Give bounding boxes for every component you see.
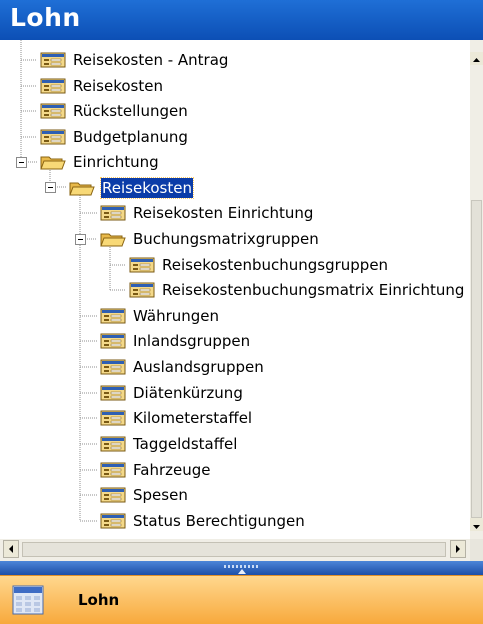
tree-item-label: Fahrzeuge — [133, 461, 211, 479]
vertical-scrollbar[interactable] — [470, 40, 483, 540]
tree-item-reisekostenbuchungsmatrix-einrichtung[interactable]: Reisekostenbuchungsmatrix Einrichtung — [129, 278, 465, 302]
tree-item-buchungsmatrixgruppen[interactable]: Buchungsmatrixgruppen — [100, 227, 320, 251]
pane-title-bar: Lohn — [0, 0, 483, 41]
form-icon — [100, 359, 126, 375]
form-icon — [100, 436, 126, 452]
scroll-down-button[interactable] — [470, 518, 483, 531]
form-icon — [40, 78, 66, 94]
module-nav-button[interactable]: Lohn — [0, 575, 483, 624]
arrow-up-icon — [473, 58, 480, 62]
form-icon — [129, 257, 155, 273]
tree-item-label: Auslandsgruppen — [133, 358, 264, 376]
form-icon — [100, 308, 126, 324]
tree-item-label: Reisekostenbuchungsgruppen — [162, 256, 389, 274]
form-icon — [40, 129, 66, 145]
tree-item-fahrzeuge[interactable]: Fahrzeuge — [100, 458, 211, 482]
folder-open-icon — [40, 156, 66, 170]
tree-item-einrichtung[interactable]: Einrichtung — [40, 150, 160, 174]
pane-title: Lohn — [10, 3, 81, 32]
tree-item-label: Einrichtung — [73, 153, 159, 171]
expand-up-icon[interactable] — [238, 569, 246, 574]
folder-open-icon — [100, 233, 126, 247]
tree-item-kilometerstaffel[interactable]: Kilometerstaffel — [100, 406, 253, 430]
tree-item-label: Kilometerstaffel — [133, 409, 253, 427]
tree-item-label: Taggeldstaffel — [133, 435, 238, 453]
tree-item-label: Währungen — [133, 307, 220, 325]
vertical-scroll-thumb[interactable] — [471, 200, 482, 518]
tree-item-diaetenkuerzung[interactable]: Diätenkürzung — [100, 381, 244, 405]
form-icon — [129, 282, 155, 298]
tree-item-label: Reisekosten Einrichtung — [133, 204, 314, 222]
pane-splitter[interactable] — [0, 561, 483, 575]
splitter-grip[interactable] — [224, 565, 260, 568]
tree-item-reisekosten-einrichtung[interactable]: Reisekosten Einrichtung — [100, 201, 314, 225]
form-icon — [100, 487, 126, 503]
tree-item-spesen[interactable]: Spesen — [100, 483, 189, 507]
lohn-module-icon — [12, 585, 44, 615]
form-icon — [100, 385, 126, 401]
tree-item-status-berechtigungen[interactable]: Status Berechtigungen — [100, 509, 306, 530]
module-nav-label: Lohn — [78, 591, 120, 609]
tree-item-label: Rückstellungen — [73, 102, 188, 120]
form-icon — [100, 333, 126, 349]
tree-item-label: Buchungsmatrixgruppen — [133, 230, 319, 248]
navigation-tree[interactable]: Reisekosten - Antrag Reisekosten Rückste… — [0, 40, 470, 530]
tree-item-auslandsgruppen[interactable]: Auslandsgruppen — [100, 355, 265, 379]
tree-item-reisekosten-folder[interactable]: Reisekosten — [69, 176, 194, 200]
horizontal-scrollbar[interactable] — [0, 539, 470, 561]
arrow-down-icon — [473, 525, 480, 529]
scroll-right-button[interactable] — [450, 540, 466, 558]
form-icon — [40, 52, 66, 68]
tree-item-label: Status Berechtigungen — [133, 512, 305, 530]
collapse-toggle-reisekosten[interactable] — [45, 182, 56, 193]
form-icon — [100, 513, 126, 529]
tree-item-reisekosten[interactable]: Reisekosten — [40, 74, 164, 98]
form-icon — [40, 103, 66, 119]
tree-item-budgetplanung[interactable]: Budgetplanung — [40, 125, 189, 149]
horizontal-scroll-thumb[interactable] — [22, 542, 446, 557]
scroll-left-button[interactable] — [3, 540, 19, 558]
collapse-toggle-einrichtung[interactable] — [16, 157, 27, 168]
tree-item-label: Reisekostenbuchungsmatrix Einrichtung — [162, 281, 465, 299]
form-icon — [100, 410, 126, 426]
tree-item-label: Inlandsgruppen — [133, 332, 251, 350]
form-icon — [100, 462, 126, 478]
tree-item-label: Reisekosten — [100, 177, 194, 199]
tree-item-label: Reisekosten - Antrag — [73, 51, 229, 69]
tree-item-waehrungen[interactable]: Währungen — [100, 304, 220, 328]
arrow-right-icon — [456, 545, 460, 553]
scroll-up-button[interactable] — [470, 52, 483, 65]
arrow-left-icon — [9, 545, 13, 553]
tree-item-label: Diätenkürzung — [133, 384, 243, 402]
tree-item-taggeldstaffel[interactable]: Taggeldstaffel — [100, 432, 238, 456]
tree-item-label: Budgetplanung — [73, 128, 188, 146]
tree-item-label: Reisekosten — [73, 77, 163, 95]
tree-item-reisekostenbuchungsgruppen[interactable]: Reisekostenbuchungsgruppen — [129, 253, 389, 277]
tree-item-label: Spesen — [133, 486, 188, 504]
collapse-toggle-buchungsmatrixgruppen[interactable] — [75, 234, 86, 245]
tree-item-reisekosten-antrag[interactable]: Reisekosten - Antrag — [40, 48, 229, 72]
folder-open-icon — [69, 182, 95, 196]
form-icon — [100, 205, 126, 221]
tree-item-rueckstellungen[interactable]: Rückstellungen — [40, 99, 189, 123]
scrollbar-corner — [470, 539, 483, 561]
tree-item-inlandsgruppen[interactable]: Inlandsgruppen — [100, 329, 251, 353]
